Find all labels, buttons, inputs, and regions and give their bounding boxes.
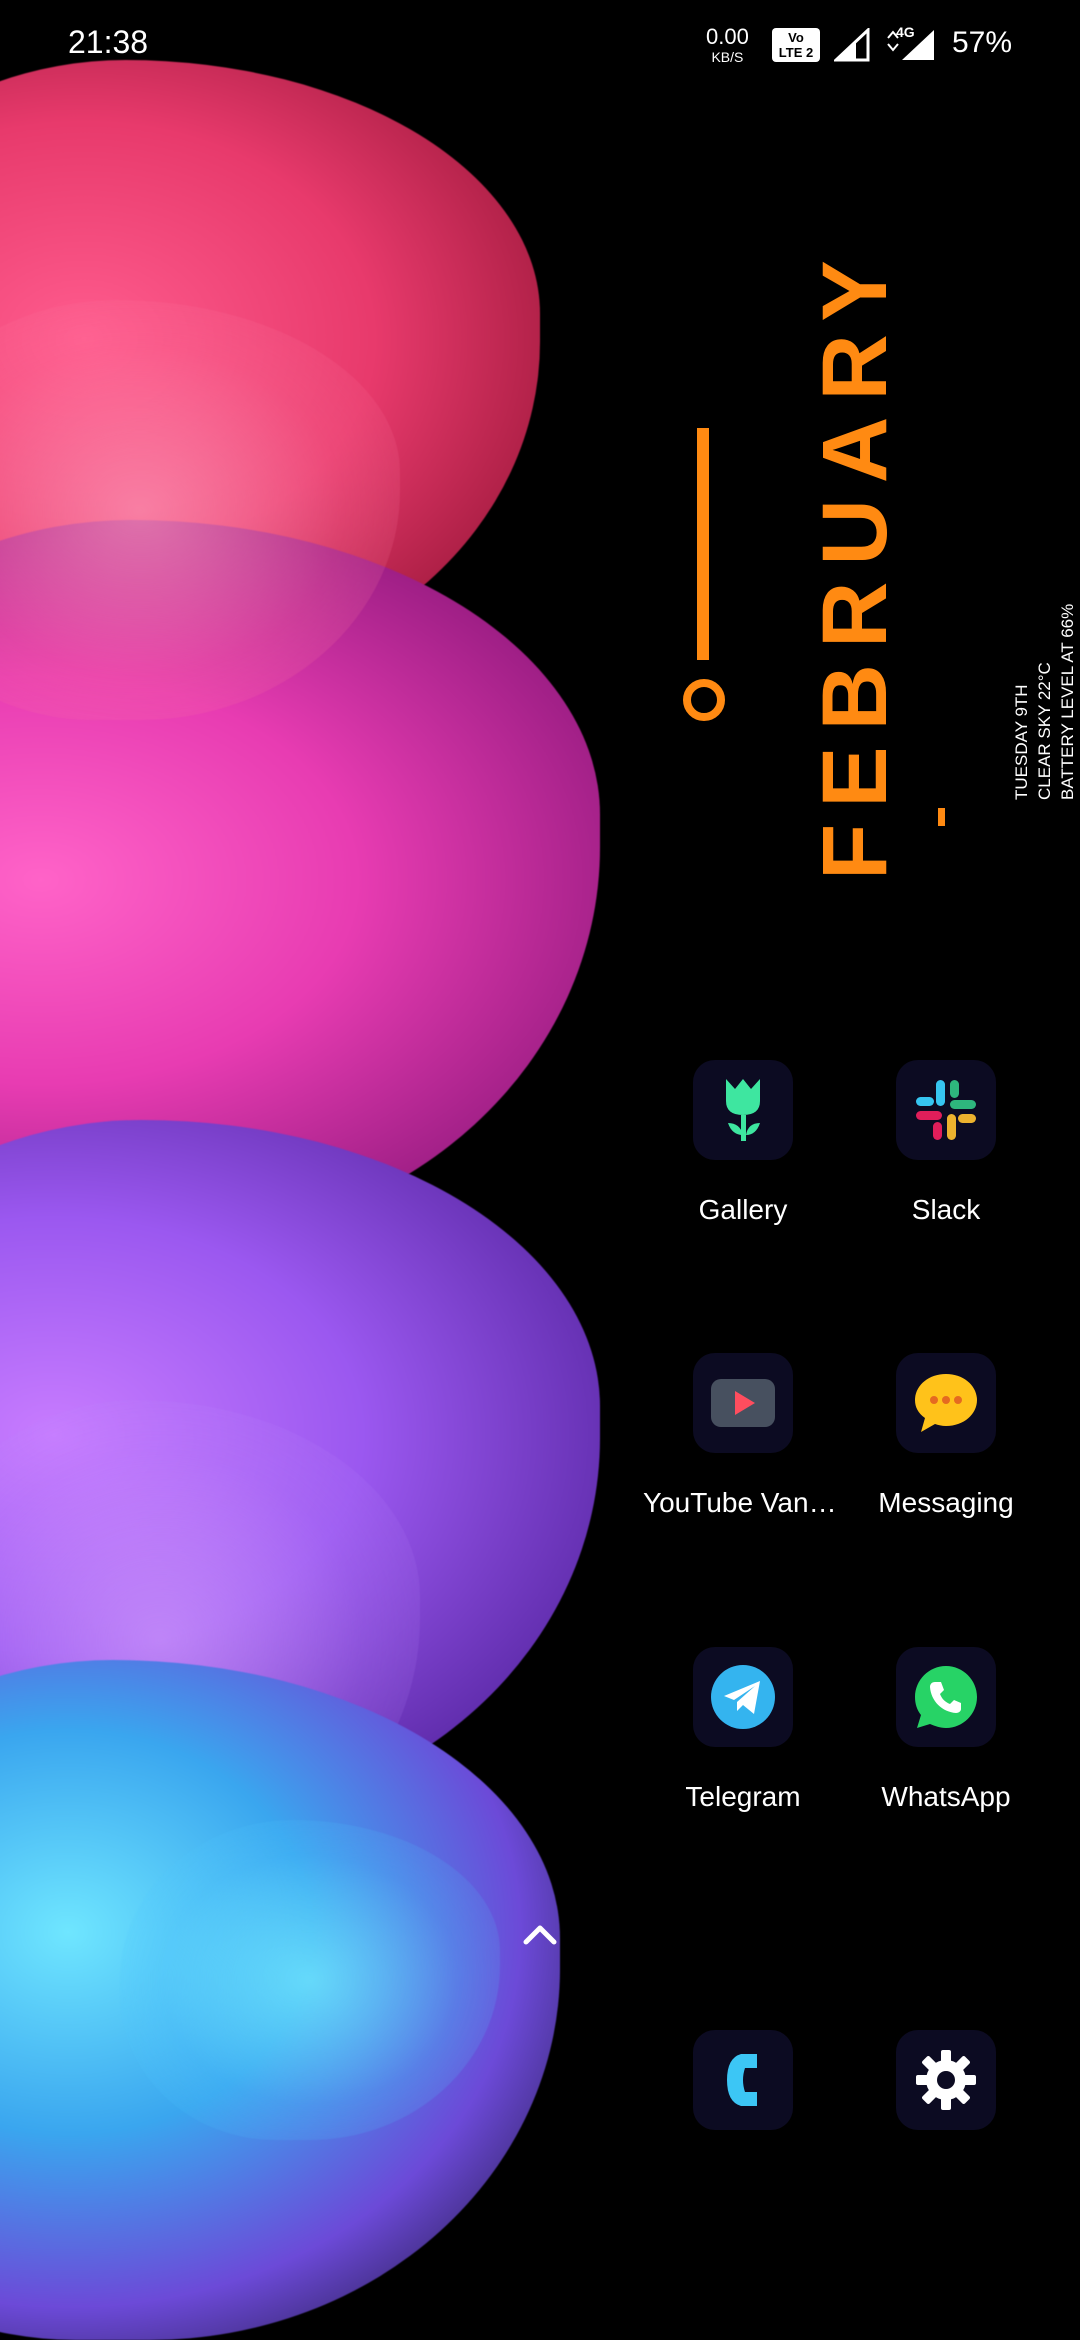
- phone-icon: [727, 2054, 757, 2106]
- settings-icon-box: [896, 2030, 996, 2130]
- widget-info: TUESDAY 9TH CLEAR SKY 22°C BATTERY LEVEL…: [1010, 590, 1080, 800]
- network-speed-unit: KB/S: [711, 49, 744, 65]
- slack-icon: [916, 1080, 976, 1140]
- chevron-up-icon[interactable]: [520, 1918, 560, 1950]
- info-accent-bar: [938, 808, 945, 826]
- app-settings[interactable]: [846, 2030, 1046, 2130]
- battery-level: 57%: [952, 26, 1013, 59]
- network-speed-value: 0.00: [706, 24, 749, 49]
- signal-icon: [834, 28, 870, 62]
- app-whatsapp[interactable]: WhatsApp: [846, 1647, 1046, 1813]
- tulip-icon: [726, 1079, 760, 1141]
- app-label: Slack: [911, 1194, 981, 1225]
- month-label: FEBRUARY: [804, 244, 906, 880]
- volte-icon: Vo LTE 2: [772, 28, 820, 62]
- app-label: Gallery: [698, 1194, 788, 1225]
- app-label: YouTube Vanc…: [643, 1487, 843, 1518]
- whatsapp-phone-icon: [915, 1666, 977, 1728]
- widget-ring-icon: [683, 679, 725, 721]
- network-speed: 0.00 KB/S: [706, 24, 749, 65]
- chat-bubble-icon: [915, 1374, 977, 1432]
- slack-icon-box: [896, 1060, 996, 1160]
- volte-line2: LTE 2: [778, 45, 814, 60]
- info-battery: BATTERY LEVEL AT 66%: [1058, 603, 1077, 800]
- phone-icon-box: [693, 2030, 793, 2130]
- messaging-icon-box: [896, 1353, 996, 1453]
- app-label: WhatsApp: [881, 1781, 1011, 1812]
- app-telegram[interactable]: Telegram: [643, 1647, 843, 1813]
- widget-accent-bar: [697, 428, 709, 660]
- signal-4g-icon: [887, 30, 934, 60]
- app-phone[interactable]: [643, 2030, 843, 2130]
- app-label: Telegram: [685, 1781, 801, 1812]
- youtube-icon-box: [693, 1353, 793, 1453]
- youtube-play-icon: [711, 1379, 775, 1427]
- app-youtube-vanced[interactable]: YouTube Vanc…: [643, 1353, 843, 1519]
- status-time: 21:38: [68, 24, 149, 60]
- app-messaging[interactable]: Messaging: [846, 1353, 1046, 1519]
- gear-icon: [916, 2050, 976, 2110]
- info-weather: CLEAR SKY 22°C: [1035, 662, 1054, 800]
- app-label: Messaging: [878, 1487, 1014, 1518]
- info-date: TUESDAY 9TH: [1012, 684, 1031, 800]
- app-slack[interactable]: Slack: [846, 1060, 1046, 1226]
- volte-line1: Vo: [788, 30, 804, 45]
- whatsapp-icon-box: [896, 1647, 996, 1747]
- gallery-icon-box: [693, 1060, 793, 1160]
- paper-plane-icon: [711, 1665, 775, 1729]
- telegram-icon-box: [693, 1647, 793, 1747]
- app-gallery[interactable]: Gallery: [643, 1060, 843, 1226]
- status-bar: 21:38 0.00 KB/S Vo LTE 2 4G 57%: [0, 0, 1080, 90]
